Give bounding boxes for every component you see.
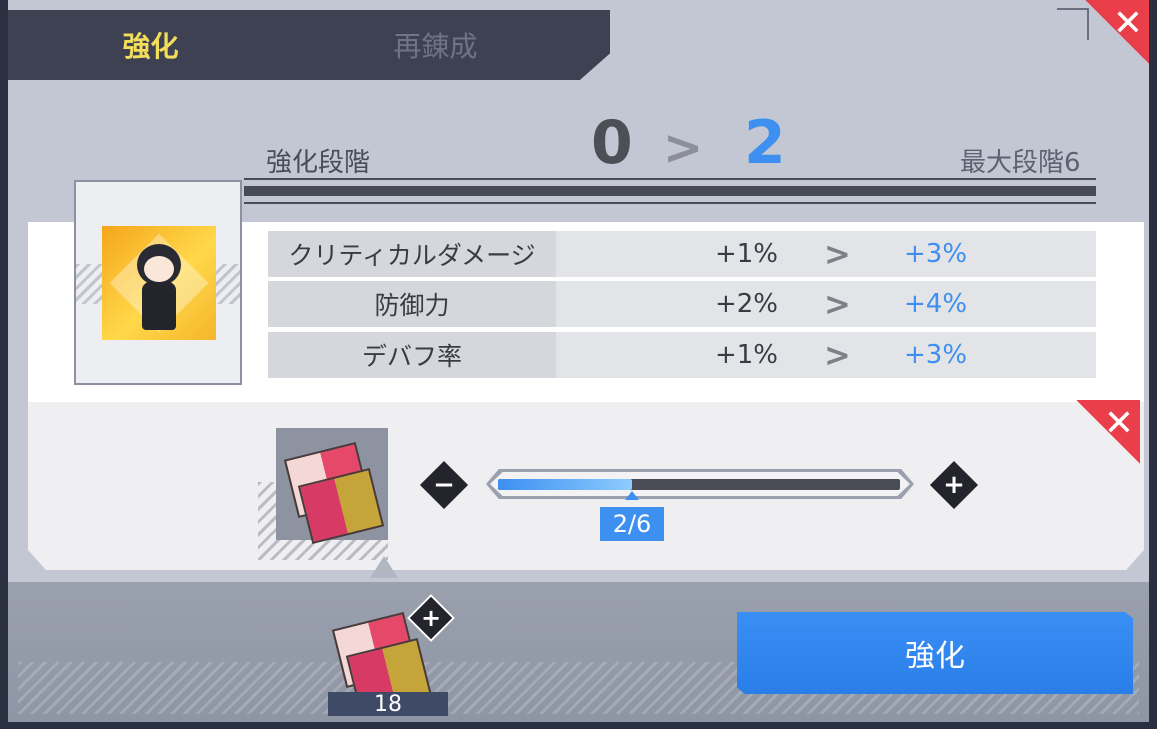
stage-max-label: 最大段階6 (960, 148, 1081, 178)
stat-row: クリティカルダメージ +1% > +3% (268, 231, 1096, 277)
quantity-value: 2/6 (600, 507, 664, 541)
stat-row: デバフ率 +1% > +3% (268, 332, 1096, 378)
decrease-button[interactable]: − (419, 460, 469, 510)
chevron-right-icon: > (824, 336, 851, 374)
tab-reforge[interactable]: 再錬成 (293, 10, 578, 80)
chevron-right-icon: > (824, 235, 851, 273)
stat-next-value: +3% (904, 340, 968, 370)
minus-icon: − (433, 470, 455, 500)
increase-button[interactable]: + (929, 460, 979, 510)
close-button[interactable]: ✕ (1085, 0, 1149, 64)
stage-arrow-icon: > (663, 120, 704, 176)
character-portrait-icon (102, 226, 216, 340)
slider-thumb[interactable] (625, 491, 639, 500)
close-icon: ✕ (1103, 403, 1134, 444)
tab-enhance[interactable]: 強化 (8, 10, 293, 80)
chevron-right-icon: > (824, 285, 851, 323)
tab-bar: 強化 再錬成 (8, 10, 610, 80)
slider-fill (498, 479, 632, 490)
stat-next-value: +3% (904, 239, 968, 269)
stat-name: クリティカルダメージ (268, 231, 556, 277)
enhance-button[interactable]: 強化 (737, 612, 1133, 694)
stat-row: 防御力 +2% > +4% (268, 281, 1096, 327)
inventory-count: 18 (328, 692, 448, 717)
divider (244, 202, 1096, 204)
divider (244, 178, 1096, 180)
stat-name: 防御力 (268, 281, 556, 327)
stat-name: デバフ率 (268, 332, 556, 378)
clear-material-button[interactable]: ✕ (1076, 400, 1140, 464)
stat-current-value: +1% (714, 340, 778, 370)
stage-label: 強化段階 (266, 148, 371, 178)
quantity-slider[interactable] (486, 469, 914, 500)
character-card (74, 180, 242, 385)
plus-icon: + (420, 604, 442, 632)
stat-current-value: +2% (714, 289, 778, 319)
stage-current: 0 (591, 108, 633, 178)
slot-pointer (370, 556, 398, 578)
divider (244, 186, 1096, 196)
stat-current-value: +1% (714, 239, 778, 269)
plus-icon: + (943, 470, 965, 500)
stat-next-value: +4% (904, 289, 968, 319)
close-icon: ✕ (1112, 3, 1143, 44)
stage-next: 2 (744, 108, 786, 178)
enhance-panel: 強化 再錬成 ✕ 強化段階 0 > 2 最大段階6 クリティカルダメージ +1%… (8, 0, 1149, 722)
